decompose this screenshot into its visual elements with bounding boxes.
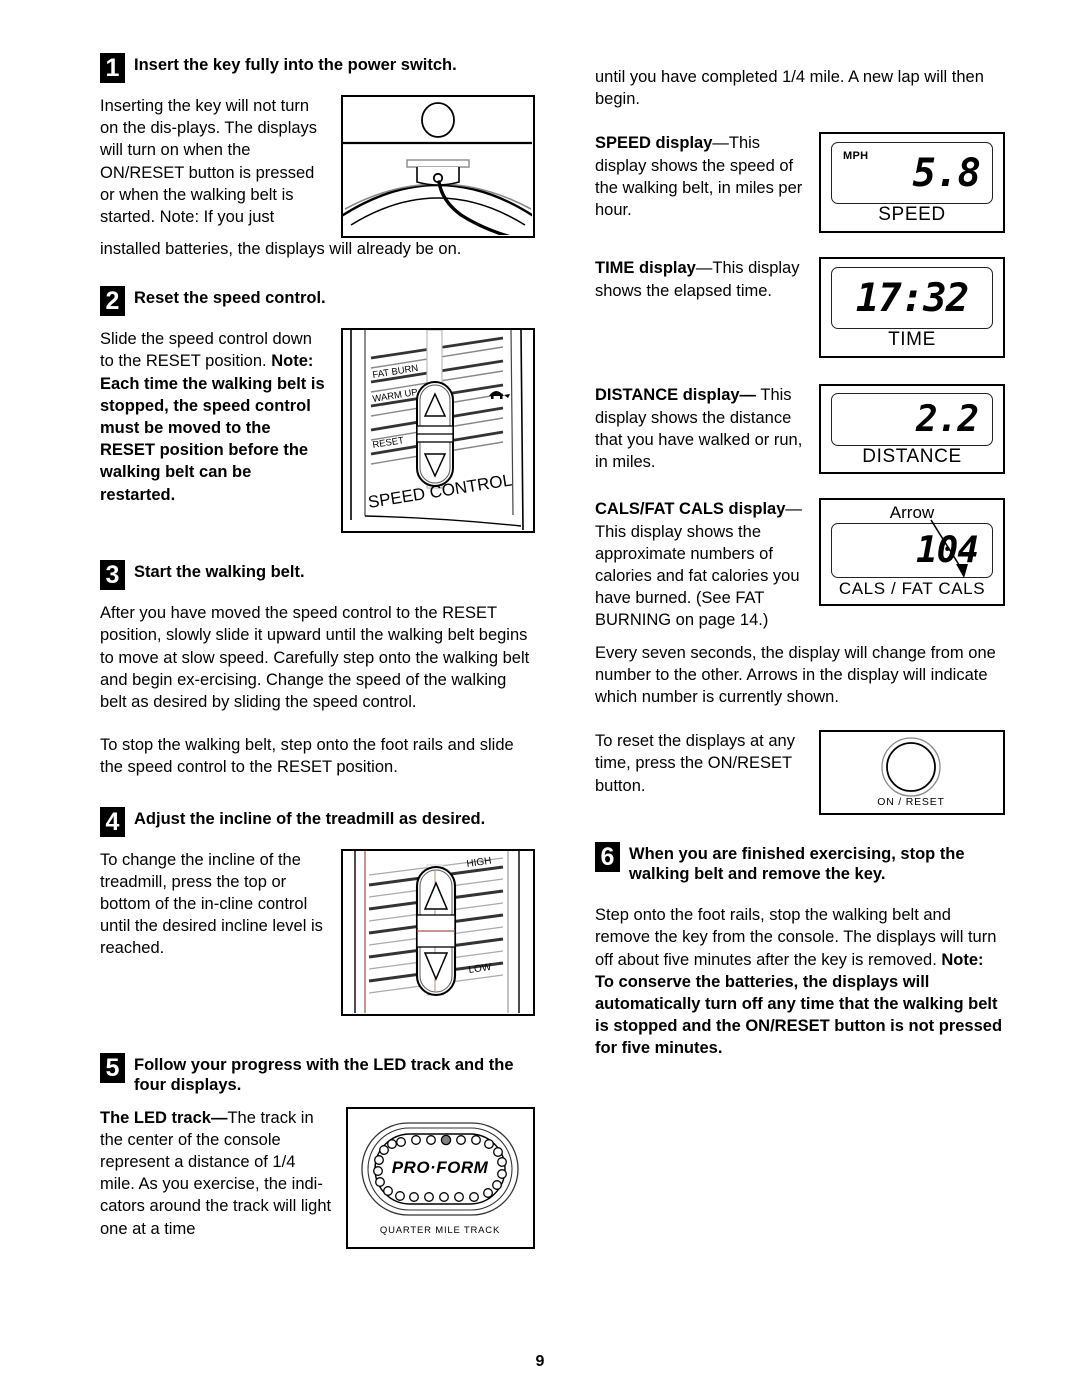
step-2-para-bold: Note: Each time the walking belt is stop…	[100, 352, 325, 504]
incline-control-figure-wrap: HIGH LOW	[341, 848, 535, 1016]
speed-control-figure-wrap: FAT BURN WARM UP RESET SPEED CONTROL	[341, 328, 535, 534]
step-3-paragraph-1: After you have moved the speed control t…	[100, 604, 530, 712]
cals-caption: CALS / FAT CALS	[838, 579, 986, 599]
step-2-content: FAT BURN WARM UP RESET SPEED CONTROL Sli…	[100, 328, 535, 534]
on-reset-figure: ON / RESET	[819, 730, 1005, 816]
step-3-paragraph-2: To stop the walking belt, step onto the …	[100, 736, 514, 777]
step-4-heading: 4 Adjust the incline of the treadmill as…	[100, 806, 535, 837]
power-switch-figure-wrap	[341, 95, 535, 238]
every-seven-seconds-paragraph: Every seven seconds, the display will ch…	[595, 643, 996, 707]
speed-value: 5.8	[912, 150, 981, 196]
cals-label-rest: —This display shows the approximate numb…	[595, 500, 802, 630]
speed-label: SPEED display	[595, 134, 713, 153]
step-6-heading: 6 When you are finished exercising, stop…	[595, 841, 1005, 884]
cals-label-1: CALS/FAT CALS	[595, 500, 724, 519]
cals-value: 104	[915, 530, 979, 572]
cals-lcd: 104	[831, 523, 993, 579]
step-4-number: 4	[100, 806, 125, 837]
step-6-number: 6	[595, 842, 620, 873]
cals-display-row: CALS/FAT CALS display—This display shows…	[595, 498, 1005, 631]
speed-caption: SPEED	[878, 204, 946, 226]
time-value: 17:32	[855, 275, 969, 321]
two-column-layout: 1 Insert the key fully into the power sw…	[100, 52, 1005, 1249]
led-track-figure-wrap: PRO·FORM QUARTER MILE TRACK	[346, 1106, 535, 1249]
svg-text:PRO·FORM: PRO·FORM	[392, 1158, 489, 1177]
svg-text:LOW: LOW	[468, 961, 493, 975]
time-lcd: 17:32	[831, 267, 993, 330]
distance-value: 2.2	[915, 399, 979, 441]
distance-lcd: 2.2	[831, 393, 993, 447]
page-number: 9	[535, 1353, 545, 1370]
time-display-figure: 17:32 TIME	[819, 257, 1005, 359]
step-1-number: 1	[100, 53, 125, 83]
step-3-title: Start the walking belt.	[134, 563, 305, 582]
time-caption: TIME	[888, 329, 936, 351]
distance-display-figure: 2.2 DISTANCE	[819, 384, 1005, 475]
time-display-row: TIME display—This display shows the elap…	[595, 257, 1005, 359]
led-track-diagram: PRO·FORM QUARTER MILE TRACK	[346, 1106, 535, 1249]
speed-display-row: SPEED display—This display shows the spe…	[595, 132, 1005, 234]
speed-description: SPEED display—This display shows the spe…	[595, 132, 803, 221]
time-label: TIME display	[595, 259, 696, 278]
led-track-body: The track in the center of the console r…	[100, 1108, 332, 1238]
step-4-content: HIGH LOW To change the incline of the tr…	[100, 848, 535, 1016]
step-6-para-plain: Step onto the foot rails, stop the walki…	[595, 906, 997, 969]
speed-display-figure: MPH 5.8 SPEED	[819, 132, 1005, 234]
step-4-title: Adjust the incline of the treadmill as d…	[134, 809, 486, 828]
step-2-title: Reset the speed control.	[134, 289, 326, 308]
step-6-title: When you are finished exercising, stop t…	[629, 845, 965, 884]
right-column: until you have completed 1/4 mile. A new…	[595, 52, 1005, 1249]
distance-display-row: DISTANCE display— This display shows the…	[595, 384, 1005, 475]
on-reset-button-diagram[interactable]: ON / RESET	[819, 730, 1005, 816]
distance-description: DISTANCE display— This display shows the…	[595, 384, 803, 473]
step-6-paragraph: Step onto the foot rails, stop the walki…	[595, 904, 1005, 1059]
cals-display-figure: Arrow 104 CALS / FAT CALS	[819, 498, 1005, 607]
step-3-heading: 3 Start the walking belt.	[100, 559, 535, 591]
continuation-paragraph: until you have completed 1/4 mile. A new…	[595, 68, 984, 109]
on-reset-row: To reset the displays at any time, press…	[595, 730, 1005, 816]
step-1-heading: 1 Insert the key fully into the power sw…	[100, 52, 535, 83]
svg-text:QUARTER MILE TRACK: QUARTER MILE TRACK	[380, 1225, 500, 1236]
arrow-annotation: Arrow	[889, 503, 935, 523]
speed-unit-label: MPH	[843, 150, 869, 163]
step-2-number: 2	[100, 286, 125, 317]
step-5-number: 5	[100, 1052, 125, 1083]
step-1-title: Insert the key fully into the power swit…	[134, 56, 457, 74]
power-switch-key-diagram	[341, 95, 535, 238]
step-5-heading: 5 Follow your progress with the LED trac…	[100, 1052, 535, 1095]
distance-label: DISTANCE display—	[595, 386, 757, 405]
step-3-number: 3	[100, 560, 125, 591]
led-track-lead: The LED track—	[100, 1108, 228, 1127]
svg-text:ON / RESET: ON / RESET	[877, 796, 945, 808]
step-5-title: Follow your progress with the LED track …	[134, 1055, 514, 1094]
step-1-paragraph-full: installed batteries, the displays will a…	[100, 240, 462, 258]
step-1-content: Inserting the key will not turn on the d…	[100, 95, 535, 238]
time-description: TIME display—This display shows the elap…	[595, 257, 803, 301]
manual-page: 1 Insert the key fully into the power sw…	[0, 0, 1080, 1397]
step-5-content: PRO·FORM QUARTER MILE TRACK The LED trac…	[100, 1106, 535, 1249]
speed-control-diagram: FAT BURN WARM UP RESET SPEED CONTROL	[341, 328, 535, 534]
speed-lcd: MPH 5.8	[831, 142, 993, 205]
on-reset-description: To reset the displays at any time, press…	[595, 732, 795, 795]
cals-description: CALS/FAT CALS display—This display shows…	[595, 498, 803, 631]
step-2-heading: 2 Reset the speed control.	[100, 285, 535, 317]
left-column: 1 Insert the key fully into the power sw…	[100, 52, 535, 1249]
distance-caption: DISTANCE	[862, 446, 962, 468]
cals-label-2: display	[728, 500, 786, 519]
incline-control-diagram: HIGH LOW	[341, 848, 535, 1016]
